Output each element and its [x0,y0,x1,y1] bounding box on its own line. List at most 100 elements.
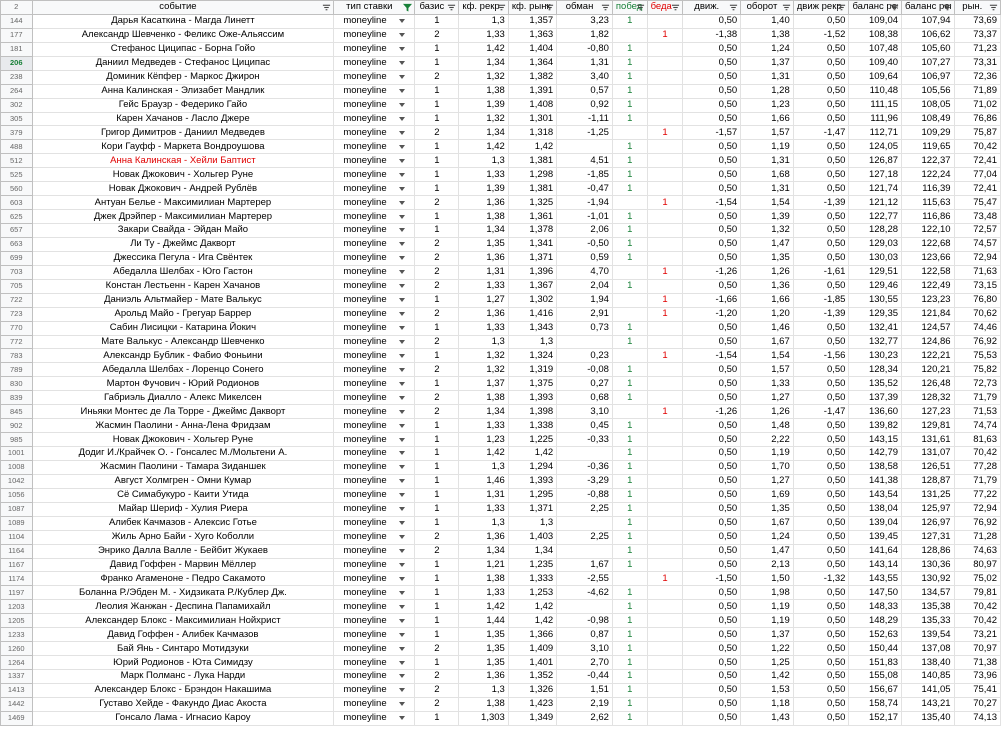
recr-odds-cell[interactable]: 1,35 [458,641,509,657]
recr-odds-cell[interactable]: 1,35 [458,627,509,643]
move-cell[interactable]: 0,50 [682,13,742,29]
chevron-down-icon[interactable] [399,47,406,52]
move-cell[interactable]: 0,50 [682,153,742,169]
turnover-cell[interactable]: 1,31 [740,153,794,169]
chevron-down-icon[interactable] [399,507,406,512]
bet-type-dropdown[interactable]: moneyline [333,167,416,183]
bet-type-dropdown[interactable]: moneyline [333,97,416,113]
row-number[interactable]: 839 [0,390,33,406]
balance-recr-2-cell[interactable]: 130,92 [901,571,955,587]
deception-cell[interactable] [556,543,613,559]
bet-type-dropdown[interactable]: moneyline [333,195,416,211]
balance-recr-2-cell[interactable]: 135,33 [901,613,955,629]
row-number[interactable]: 830 [0,376,33,392]
recr-odds-cell[interactable]: 1,303 [458,710,509,726]
event-cell[interactable]: Сабин Лисицки - Катарина Йокич [31,320,335,336]
balance-recr-2-cell[interactable]: 123,66 [901,250,955,266]
market-cell[interactable]: 76,86 [953,111,1001,127]
market-cell[interactable]: 71,79 [953,473,1001,489]
row-number[interactable]: 560 [0,181,33,197]
balance-recr-2-cell[interactable]: 134,57 [901,585,955,601]
balance-recr-cell[interactable]: 151,83 [848,655,903,670]
balance-recr-cell[interactable]: 141,64 [848,543,903,559]
loss-cell[interactable]: 1 [646,306,684,322]
basis-cell[interactable]: 1 [414,557,460,573]
chevron-down-icon[interactable] [399,618,406,623]
win-cell[interactable]: 1 [611,41,648,57]
event-cell[interactable]: Франко Агаменоне - Педро Сакамото [31,571,335,587]
chevron-down-icon[interactable] [399,451,406,456]
loss-cell[interactable] [646,13,684,29]
filter-icon[interactable] [890,3,899,12]
loss-cell[interactable] [646,487,684,503]
event-cell[interactable]: Анна Калинская - Хейли Баптист [31,153,335,169]
table-row[interactable]: 1001 Додиг И./Крайчек О. - Гонсалес М./Мо… [0,446,1001,461]
loss-cell[interactable] [646,696,684,712]
deception-cell[interactable]: 0,73 [556,320,613,336]
recr-odds-cell[interactable]: 1,38 [458,390,509,406]
turnover-cell[interactable]: 1,37 [740,627,794,643]
row-number[interactable]: 1056 [0,487,33,503]
recr-odds-cell[interactable]: 1,34 [458,404,509,420]
move-cell[interactable]: 0,50 [682,97,742,113]
win-cell[interactable] [611,306,648,322]
move-cell[interactable]: 0,50 [682,557,742,573]
balance-recr-2-cell[interactable]: 124,57 [901,320,955,336]
balance-recr-cell[interactable]: 143,55 [848,571,903,587]
balance-recr-cell[interactable]: 132,77 [848,334,903,350]
deception-cell[interactable]: 2,70 [556,655,613,670]
turnover-cell[interactable]: 1,69 [740,487,794,503]
bet-type-dropdown[interactable]: moneyline [333,320,416,336]
balance-recr-cell[interactable]: 148,29 [848,613,903,629]
move-cell[interactable]: -1,57 [682,125,742,141]
chevron-down-icon[interactable] [399,256,406,261]
chevron-down-icon[interactable] [399,562,406,567]
filter-icon[interactable] [545,3,554,12]
win-cell[interactable]: 1 [611,223,648,238]
row-number[interactable]: 1174 [0,571,33,587]
basis-cell[interactable]: 2 [414,250,460,266]
loss-cell[interactable] [646,655,684,670]
loss-cell[interactable] [646,529,684,545]
balance-recr-2-cell[interactable]: 116,39 [901,181,955,197]
column-header[interactable]: рын. [953,0,1001,15]
basis-cell[interactable]: 1 [414,320,460,336]
market-odds-cell[interactable]: 1,42 [507,613,558,629]
balance-recr-2-cell[interactable]: 107,27 [901,55,955,71]
market-cell[interactable]: 76,80 [953,292,1001,308]
turnover-cell[interactable]: 1,66 [740,111,794,127]
move-recr-cell[interactable]: 0,50 [792,362,850,378]
chevron-down-icon[interactable] [399,33,406,38]
win-cell[interactable]: 1 [611,139,648,155]
move-recr-cell[interactable]: 0,50 [792,250,850,266]
balance-recr-2-cell[interactable]: 128,87 [901,473,955,489]
table-row[interactable]: 1413 Александер Блокс - Брэндон Накашима m… [0,682,1001,698]
market-cell[interactable]: 73,31 [953,55,1001,71]
event-cell[interactable]: Гейс Браузр - Федерико Гайо [31,97,335,113]
market-odds-cell[interactable]: 1,333 [507,571,558,587]
balance-recr-cell[interactable]: 129,46 [848,278,903,294]
table-row[interactable]: 238 Доминик Кёпфер - Маркос Джирон moneyli… [0,69,1001,85]
loss-cell[interactable] [646,69,684,85]
turnover-cell[interactable]: 1,31 [740,69,794,85]
turnover-cell[interactable]: 1,27 [740,473,794,489]
balance-recr-cell[interactable]: 130,55 [848,292,903,308]
move-cell[interactable]: 0,50 [682,223,742,238]
filter-icon[interactable] [322,3,331,12]
balance-recr-2-cell[interactable]: 139,54 [901,627,955,643]
balance-recr-2-cell[interactable]: 126,48 [901,376,955,392]
event-cell[interactable]: Давид Гоффен - Марвин Мёллер [31,557,335,573]
row-number[interactable]: 699 [0,250,33,266]
win-cell[interactable] [611,348,648,364]
balance-recr-2-cell[interactable]: 122,10 [901,223,955,238]
basis-cell[interactable]: 2 [414,278,460,294]
deception-cell[interactable]: 1,82 [556,27,613,43]
event-cell[interactable]: Бай Янь - Синтаро Мотидзуки [31,641,335,657]
table-row[interactable]: 985 Новак Джокович - Хольгер Руне moneylin… [0,432,1001,447]
column-header[interactable]: баланс рек [848,0,903,15]
bet-type-dropdown[interactable]: moneyline [333,696,416,712]
move-recr-cell[interactable]: 0,50 [792,473,850,489]
win-cell[interactable]: 1 [611,655,648,670]
market-odds-cell[interactable]: 1,318 [507,125,558,141]
balance-recr-2-cell[interactable]: 126,51 [901,459,955,475]
